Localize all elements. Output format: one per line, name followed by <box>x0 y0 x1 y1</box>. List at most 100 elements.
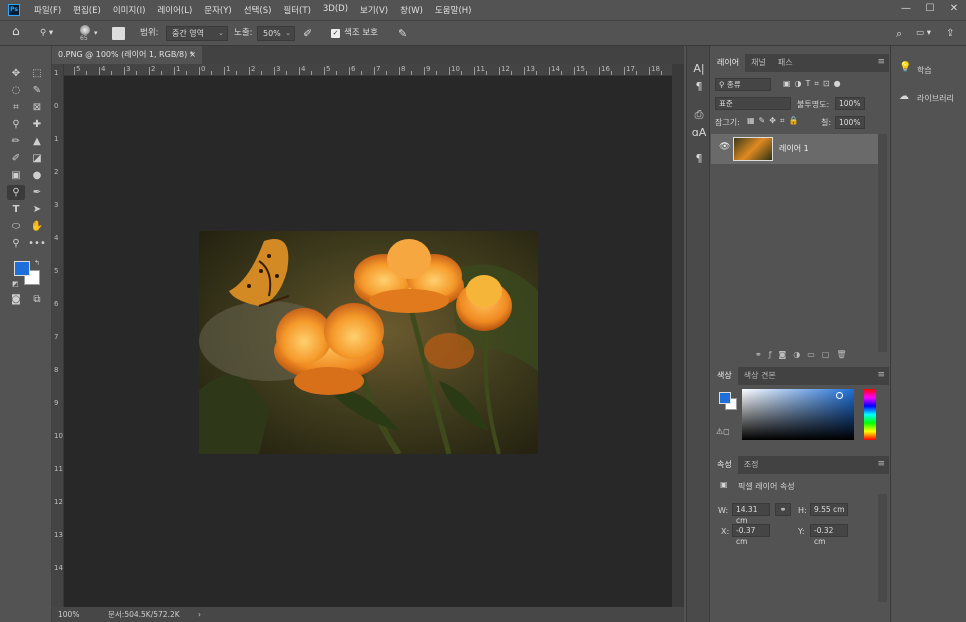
tab-adjustments[interactable]: 조정 <box>738 456 765 474</box>
tab-channels[interactable]: 채널 <box>745 54 772 72</box>
menu-item[interactable]: 도움말(H) <box>429 4 477 16</box>
layer-name[interactable]: 레이어 1 <box>779 143 809 154</box>
document-tab[interactable]: 0.PNG @ 100% (레이어 1, RGB/8) * × <box>52 46 202 64</box>
swap-colors-icon[interactable]: ↰ <box>34 259 40 267</box>
brush-preview-icon[interactable] <box>80 25 90 35</box>
libraries-label[interactable]: 라이브러리 <box>917 93 954 104</box>
layer-actions[interactable]: ⚭ƒ◙◑▭▢🗑 <box>755 350 854 359</box>
minimize-button[interactable]: — <box>894 0 918 20</box>
h-field[interactable]: 9.55 cm <box>810 503 848 516</box>
menu-item[interactable]: 편집(E) <box>67 4 107 16</box>
share-icon[interactable]: ⇪ <box>946 26 954 41</box>
dodge-tool-preset-icon[interactable]: ⚲ ▾ <box>40 26 53 41</box>
menu-item[interactable]: 선택(S) <box>238 4 278 16</box>
panel-menu-icon[interactable]: ≡ <box>877 57 885 67</box>
menu-item[interactable]: 필터(T) <box>277 4 316 16</box>
move-tool-icon[interactable]: ✥ <box>7 66 25 81</box>
menu-item[interactable]: 3D(D) <box>317 4 354 16</box>
frame-tool-icon[interactable]: ⊠ <box>28 100 46 115</box>
panel-menu-icon[interactable]: ≡ <box>877 459 885 469</box>
learn-label[interactable]: 학습 <box>917 65 932 76</box>
tab-swatches[interactable]: 색상 견본 <box>738 367 782 385</box>
screen-mode-icon[interactable]: ⧉ <box>28 292 46 307</box>
more-tools-icon[interactable]: ••• <box>28 236 46 251</box>
paragraph-panel-icon[interactable]: ¶ <box>690 80 708 93</box>
healing-tool-icon[interactable]: ✚ <box>28 117 46 132</box>
foreground-color-swatch[interactable] <box>14 261 30 276</box>
menu-item[interactable]: 이미지(I) <box>107 4 152 16</box>
link-icon[interactable]: ⚭ <box>775 503 791 516</box>
gamut-warning-icon[interactable]: ⚠◻ <box>716 427 730 436</box>
visibility-eye-icon[interactable]: 👁 <box>719 142 730 152</box>
color-picker-field[interactable] <box>742 389 854 440</box>
default-colors-icon[interactable]: ◩ <box>12 280 19 288</box>
history-brush-icon[interactable]: ✐ <box>7 151 25 166</box>
blend-mode-select[interactable]: 표준 <box>715 97 791 110</box>
tab-properties[interactable]: 속성 <box>711 456 738 474</box>
y-field[interactable]: -0.32 cm <box>810 524 848 546</box>
quick-mask-icon[interactable]: ◙ <box>7 292 25 307</box>
status-chevron-icon[interactable]: › <box>198 607 201 622</box>
layers-scrollbar[interactable] <box>878 134 887 352</box>
color-fg-swatch[interactable] <box>719 392 731 404</box>
fill-field[interactable]: 100% <box>835 116 865 129</box>
airbrush-icon[interactable]: ✐ <box>303 26 312 41</box>
hue-slider[interactable] <box>864 389 876 440</box>
brush-dropdown-icon[interactable]: ▾ <box>94 26 98 41</box>
dodge-tool-icon[interactable]: ⚲ <box>7 185 25 200</box>
menu-item[interactable]: 문자(Y) <box>198 4 237 16</box>
tab-paths[interactable]: 패스 <box>772 54 799 72</box>
vertical-scrollbar[interactable] <box>672 64 684 607</box>
blur-tool-icon[interactable]: ● <box>28 168 46 183</box>
zoom-tool-icon[interactable]: ⚲ <box>7 236 25 251</box>
hand-tool-icon[interactable]: ✋ <box>28 219 46 234</box>
flower-photo <box>199 231 538 454</box>
gradient-tool-icon[interactable]: ▣ <box>7 168 25 183</box>
layer-filter-icons[interactable]: ▣◑T⌗⊡● <box>783 79 845 89</box>
range-select[interactable]: 중간 영역 ⌄ <box>166 26 228 41</box>
properties-scrollbar[interactable] <box>878 494 887 602</box>
zoom-level[interactable]: 100% <box>58 607 79 622</box>
panel-menu-icon[interactable]: ≡ <box>877 370 885 380</box>
document-image[interactable] <box>199 231 538 454</box>
type-tool-icon[interactable]: T <box>7 202 25 217</box>
tab-layers[interactable]: 레이어 <box>711 54 746 72</box>
lock-icons[interactable]: ▦✎✥⌗🔒 <box>747 116 802 126</box>
maximize-button[interactable]: ☐ <box>918 0 942 20</box>
pen-tool-icon[interactable]: ✒ <box>28 185 46 200</box>
close-button[interactable]: ✕ <box>942 0 966 20</box>
exposure-field[interactable]: 50% ⌄ <box>257 26 295 41</box>
x-field[interactable]: -0.37 cm <box>732 524 770 546</box>
quick-select-tool-icon[interactable]: ✎ <box>28 83 46 98</box>
path-select-tool-icon[interactable]: ➤ <box>28 202 46 217</box>
ellipse-tool-icon[interactable]: ⬭ <box>7 219 25 234</box>
eyedropper-tool-icon[interactable]: ⚲ <box>7 117 25 132</box>
w-field[interactable]: 14.31 cm <box>732 503 770 525</box>
stamp-tool-icon[interactable]: ▲ <box>28 134 46 149</box>
glyphs-panel-icon[interactable]: ⎙ <box>690 108 708 122</box>
opacity-field[interactable]: 100% <box>835 97 865 110</box>
character-panel-icon[interactable]: A| <box>690 62 708 75</box>
character-styles-icon[interactable]: ɑA <box>690 126 708 139</box>
layer-row[interactable]: 👁 레이어 1 <box>711 134 879 164</box>
lasso-tool-icon[interactable]: ◌ <box>7 83 25 98</box>
paragraph-styles-icon[interactable]: ¶ <box>690 152 708 165</box>
menu-item[interactable]: 레이어(L) <box>151 4 198 16</box>
pressure-icon[interactable]: ✎ <box>398 26 407 41</box>
eraser-tool-icon[interactable]: ◪ <box>28 151 46 166</box>
close-tab-icon[interactable]: × <box>189 46 196 64</box>
marquee-tool-icon[interactable]: ⬚ <box>28 66 46 81</box>
color-picker-handle[interactable] <box>836 392 843 399</box>
workspace-icon[interactable]: ▭ ▾ <box>916 26 931 41</box>
menu-item[interactable]: 파일(F) <box>28 4 67 16</box>
brush-tool-icon[interactable]: ✏ <box>7 134 25 149</box>
crop-tool-icon[interactable]: ⌗ <box>7 100 25 115</box>
protect-tones-checkbox[interactable]: ✓ <box>331 29 340 38</box>
tab-color[interactable]: 색상 <box>711 367 738 385</box>
home-icon[interactable]: ⌂ <box>12 24 20 39</box>
menu-item[interactable]: 보기(V) <box>354 4 394 16</box>
search-icon[interactable]: ⌕ <box>896 26 902 41</box>
brush-settings-icon[interactable] <box>112 27 125 40</box>
layer-filter-select[interactable]: ⚲ 종류 <box>715 78 771 91</box>
menu-item[interactable]: 창(W) <box>394 4 429 16</box>
